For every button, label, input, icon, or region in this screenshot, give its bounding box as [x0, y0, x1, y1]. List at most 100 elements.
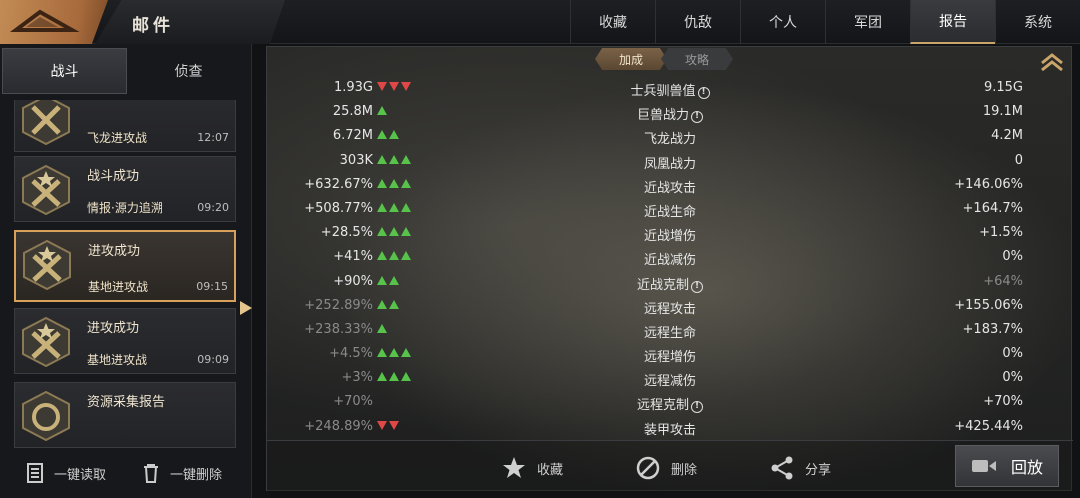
read-all-button[interactable]: 一键读取 [24, 462, 106, 484]
tab-system[interactable]: 系统 [995, 0, 1080, 44]
subtab-scout[interactable]: 侦查 [127, 48, 250, 94]
share-icon [771, 456, 793, 480]
defender-value: +155.06% [954, 297, 1023, 313]
report-footer: 收藏 删除 分享 回放 [267, 440, 1073, 492]
green-up-arrow-icon [401, 372, 411, 382]
green-up-arrow-icon [401, 251, 411, 261]
trend-arrows [377, 80, 411, 91]
mail-title: 战斗成功 [87, 169, 140, 184]
stat-label: 士兵驯兽值! [540, 80, 800, 99]
defender-value: +183.7% [962, 321, 1023, 337]
stat-label: 装甲攻击 [540, 419, 800, 438]
share-label: 分享 [805, 462, 832, 478]
stat-label: 近战克制! [540, 274, 800, 293]
delete-button[interactable]: 删除 [635, 455, 697, 481]
stat-label-text: 近战减伤 [643, 253, 696, 269]
info-icon[interactable]: ! [691, 280, 703, 293]
mail-item[interactable]: 飞龙进攻战 12:07 [14, 100, 236, 152]
delete-all-button[interactable]: 一键删除 [140, 462, 222, 484]
resource-emblem-icon [22, 390, 70, 442]
defender-value: 0% [1002, 249, 1023, 265]
stat-label: 近战攻击 [540, 177, 800, 196]
favorite-label: 收藏 [537, 462, 564, 478]
back-button[interactable] [0, 0, 108, 44]
trend-arrows [377, 419, 399, 430]
segment-strategy[interactable]: 攻略 [661, 48, 733, 70]
share-button[interactable]: 分享 [769, 455, 831, 481]
stat-label-text: 远程生命 [643, 325, 696, 341]
stat-label: 远程增伤 [540, 346, 800, 365]
defender-value: 0% [1002, 346, 1023, 362]
favorite-button[interactable]: 收藏 [501, 455, 563, 481]
report-panel: 加成 攻略 1.93G 士兵驯兽值! 9.15G 25.8M 巨兽战力! 19.1M 6.7… [266, 46, 1073, 492]
subtab-battle[interactable]: 战斗 [2, 48, 127, 94]
tab-legion[interactable]: 军团 [825, 0, 910, 44]
stat-label: 巨兽战力! [540, 104, 800, 124]
trend-arrows [377, 104, 387, 116]
stat-label-text: 飞龙战力 [643, 132, 696, 148]
green-up-arrow-icon [377, 202, 387, 212]
attacker-value: +632.67% [304, 176, 373, 192]
defender-value: 0% [1002, 370, 1023, 386]
attacker-value: +248.89% [304, 418, 373, 434]
tab-personal[interactable]: 个人 [740, 0, 825, 44]
attacker-value: +90% [333, 273, 373, 289]
stat-row: +90% 近战克制! +64% [267, 271, 1073, 295]
stat-label-text: 巨兽战力 [636, 108, 689, 124]
info-icon[interactable]: ! [691, 111, 703, 124]
star-swords-emblem-icon [23, 239, 71, 291]
mail-title: 进攻成功 [87, 321, 140, 336]
stat-label: 远程减伤 [540, 370, 800, 389]
stat-label: 近战生命 [540, 201, 800, 220]
tab-reports[interactable]: 报告 [910, 0, 995, 44]
tab-favorites[interactable]: 收藏 [570, 0, 655, 44]
green-up-arrow-icon [377, 348, 387, 358]
stat-label: 远程克制! [540, 394, 800, 414]
stat-label-text: 远程增伤 [643, 350, 696, 366]
stat-row: +248.89% 装甲攻击 +425.44% [267, 416, 1073, 440]
tab-enemies[interactable]: 仇敌 [655, 0, 740, 44]
attacker-value: +41% [333, 249, 373, 265]
green-up-arrow-icon [377, 323, 387, 333]
green-up-arrow-icon [377, 106, 387, 116]
mail-item[interactable]: 战斗成功 情报·源力追溯 09:20 [14, 156, 236, 222]
defender-value: 19.1M [982, 104, 1023, 120]
stat-row: +28.5% 近战增伤 +1.5% [267, 222, 1073, 246]
mail-subtitle: 飞龙进攻战 [87, 131, 148, 145]
green-up-arrow-icon [377, 372, 387, 382]
segment-bonus[interactable]: 加成 [595, 48, 667, 70]
attacker-value: 6.72M [332, 128, 373, 144]
stat-label: 飞龙战力 [540, 128, 800, 147]
document-icon [27, 463, 43, 483]
green-up-arrow-icon [377, 251, 387, 261]
stat-row: 303K 凤凰战力 0 [267, 150, 1073, 174]
stat-label-text: 远程克制 [636, 398, 689, 414]
mail-item[interactable]: 进攻成功 基地进攻战 09:09 [14, 308, 236, 374]
green-up-arrow-icon [389, 130, 399, 140]
trend-arrows [377, 274, 399, 285]
mail-title: 资源采集报告 [87, 395, 166, 410]
mail-time: 12:07 [197, 131, 229, 144]
defender-value: +70% [983, 394, 1023, 410]
green-up-arrow-icon [377, 178, 387, 188]
mail-item-selected[interactable]: 进攻成功 基地进攻战 09:15 [14, 230, 236, 302]
info-icon[interactable]: ! [691, 401, 703, 414]
mail-tabs: 收藏 仇敌 个人 军团 报告 系统 [570, 0, 1080, 44]
star-swords-emblem-icon [22, 164, 70, 216]
collapse-chevron-icon[interactable] [1039, 51, 1065, 73]
stat-label-text: 装甲攻击 [643, 422, 696, 438]
green-up-arrow-icon [401, 178, 411, 188]
stat-label-text: 士兵驯兽值 [630, 84, 696, 99]
trend-arrows [377, 322, 387, 333]
mail-item[interactable]: 资源采集报告 [14, 382, 236, 448]
green-up-arrow-icon [389, 275, 399, 285]
mail-list[interactable]: 飞龙进攻战 12:07 战斗成功 情报·源力追溯 09:20 进攻成功 基地进攻… [0, 100, 252, 476]
star-icon [503, 457, 525, 478]
trend-arrows [377, 249, 411, 261]
red-down-arrow-icon [401, 82, 411, 91]
stat-row: 6.72M 飞龙战力 4.2M [267, 125, 1073, 149]
replay-button[interactable]: 回放 [955, 445, 1059, 487]
info-icon[interactable]: ! [697, 87, 710, 99]
green-up-arrow-icon [377, 154, 387, 164]
red-down-arrow-icon [377, 82, 387, 91]
